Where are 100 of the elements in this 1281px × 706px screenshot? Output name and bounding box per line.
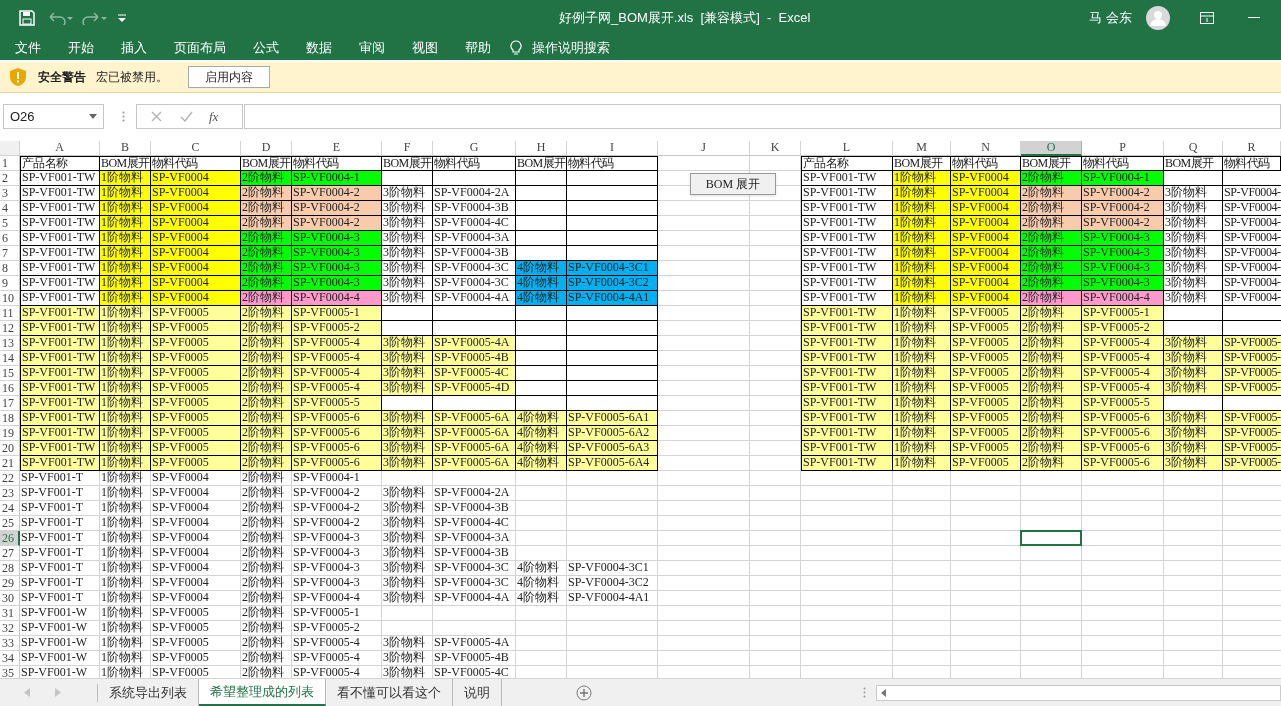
cell-cursor[interactable]	[1020, 530, 1082, 546]
name-box[interactable]: O26	[3, 104, 104, 129]
row-header[interactable]: 14	[0, 351, 20, 366]
row-header[interactable]: 23	[0, 486, 20, 501]
enter-check-icon[interactable]	[180, 111, 193, 122]
add-sheet-icon[interactable]	[576, 684, 592, 701]
customize-icon[interactable]	[117, 12, 127, 23]
empty-cell	[750, 546, 801, 561]
row-header[interactable]: 9	[0, 276, 20, 291]
formula-input[interactable]	[244, 104, 1281, 129]
previous-sheet-icon[interactable]	[24, 688, 30, 697]
column-header[interactable]: D	[241, 141, 292, 156]
column-header[interactable]: C	[151, 141, 241, 156]
undo-icon[interactable]	[47, 10, 73, 25]
column-header[interactable]: Q	[1164, 141, 1223, 156]
next-sheet-icon[interactable]	[55, 688, 61, 697]
column-header[interactable]: N	[951, 141, 1021, 156]
empty-cell	[750, 156, 801, 171]
column-header[interactable]: L	[801, 141, 893, 156]
row-header[interactable]: 17	[0, 396, 20, 411]
redo-icon[interactable]	[81, 10, 107, 25]
column-header[interactable]: E	[292, 141, 382, 156]
insert-function-button[interactable]: fx	[209, 106, 219, 127]
save-icon[interactable]	[19, 9, 35, 26]
table-cell: 2阶物料	[1021, 396, 1082, 411]
table-cell: SP-VF0005-6A4	[567, 456, 658, 471]
table-cell: 1阶物料	[100, 396, 151, 411]
row-header[interactable]: 10	[0, 291, 20, 306]
row-header[interactable]: 27	[0, 546, 20, 561]
table-cell: SP-VF0005	[951, 426, 1021, 441]
ribbon-tab[interactable]: 帮助	[465, 37, 491, 58]
row-header[interactable]: 8	[0, 261, 20, 276]
row-header[interactable]: 11	[0, 306, 20, 321]
table-cell: 3阶物料	[382, 246, 433, 261]
column-header[interactable]: I	[567, 141, 658, 156]
row-header[interactable]: 29	[0, 576, 20, 591]
column-header[interactable]: J	[658, 141, 750, 156]
cancel-icon[interactable]	[151, 111, 162, 122]
table-cell: 3阶物料	[382, 561, 433, 576]
sheet-tab[interactable]: 看不懂可以看这个	[326, 679, 453, 706]
column-header[interactable]: A	[20, 141, 100, 156]
dropdown-caret-icon[interactable]	[89, 114, 97, 119]
row-header[interactable]: 21	[0, 456, 20, 471]
ribbon-tab[interactable]: 数据	[306, 37, 332, 58]
column-header[interactable]: G	[433, 141, 516, 156]
ribbon-tab[interactable]: 页面布局	[174, 37, 226, 58]
row-header[interactable]: 34	[0, 651, 20, 666]
row-header[interactable]: 12	[0, 321, 20, 336]
sheet-tab[interactable]: 希望整理成的列表	[199, 679, 326, 706]
avatar-icon[interactable]	[1146, 5, 1170, 30]
column-header[interactable]: O	[1021, 141, 1082, 156]
horizontal-scrollbar[interactable]	[876, 684, 1281, 701]
row-header[interactable]: 25	[0, 516, 20, 531]
ribbon-tab[interactable]: 公式	[253, 37, 279, 58]
row-header[interactable]: 5	[0, 216, 20, 231]
row-header[interactable]: 1	[0, 156, 20, 171]
ribbon-tab[interactable]: 插入	[121, 37, 147, 58]
table-cell: 3阶物料	[1164, 441, 1223, 456]
table-cell: SP-VF0005-1	[1082, 306, 1164, 321]
sheet-tab[interactable]: 说明	[453, 679, 502, 706]
row-header[interactable]: 35	[0, 666, 20, 678]
row-header[interactable]: 30	[0, 591, 20, 606]
row-header[interactable]: 26	[0, 531, 20, 546]
row-header[interactable]: 20	[0, 441, 20, 456]
scroll-left-icon[interactable]	[881, 688, 886, 697]
ribbon-tab[interactable]: 审阅	[359, 37, 385, 58]
row-header[interactable]: 2	[0, 171, 20, 186]
table-cell: SP-VF0005	[951, 441, 1021, 456]
row-header[interactable]: 13	[0, 336, 20, 351]
row-header[interactable]: 31	[0, 606, 20, 621]
row-header[interactable]: 24	[0, 501, 20, 516]
row-header[interactable]: 6	[0, 231, 20, 246]
minimize-icon[interactable]	[1248, 16, 1260, 19]
bom-expand-button[interactable]: BOM 展开	[690, 173, 776, 195]
ribbon-tab[interactable]: 开始	[68, 37, 94, 58]
row-header[interactable]: 15	[0, 366, 20, 381]
row-header[interactable]: 19	[0, 426, 20, 441]
table-cell: SP-VF0004-1	[292, 171, 382, 186]
row-header[interactable]: 22	[0, 471, 20, 486]
ribbon-display-icon[interactable]	[1200, 11, 1214, 24]
row-header[interactable]: 7	[0, 246, 20, 261]
column-header[interactable]: K	[750, 141, 801, 156]
row-header[interactable]: 4	[0, 201, 20, 216]
row-header[interactable]: 32	[0, 621, 20, 636]
column-header[interactable]: B	[100, 141, 151, 156]
column-header[interactable]: H	[516, 141, 567, 156]
column-header[interactable]: M	[893, 141, 951, 156]
row-header[interactable]: 28	[0, 561, 20, 576]
row-header[interactable]: 3	[0, 186, 20, 201]
column-header[interactable]: P	[1082, 141, 1164, 156]
ribbon-tab[interactable]: 文件	[15, 37, 41, 58]
row-header[interactable]: 16	[0, 381, 20, 396]
row-header[interactable]: 18	[0, 411, 20, 426]
column-header[interactable]: F	[382, 141, 433, 156]
column-header[interactable]: R	[1223, 141, 1281, 156]
ribbon-tab[interactable]: 视图	[412, 37, 438, 58]
tell-me-search[interactable]: 操作说明搜索	[532, 37, 610, 58]
row-header[interactable]: 33	[0, 636, 20, 651]
enable-content-button[interactable]: 启用内容	[188, 66, 270, 88]
lightbulb-icon[interactable]	[510, 39, 522, 56]
